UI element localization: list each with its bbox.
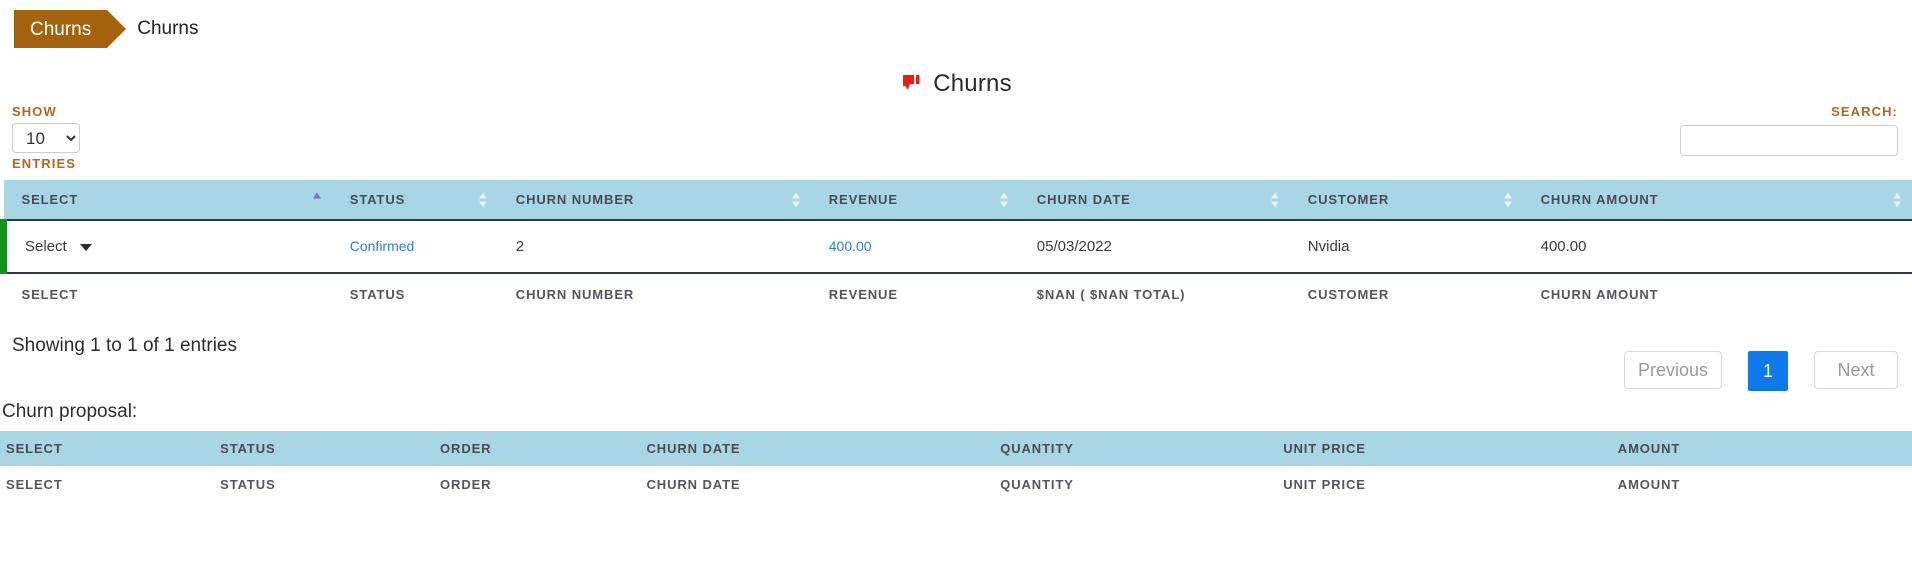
cell-customer: Nvidia bbox=[1307, 238, 1350, 255]
sort-toggle-icon[interactable] bbox=[1893, 191, 1902, 208]
proposal-column-churn-date[interactable]: CHURN DATE bbox=[640, 431, 995, 466]
search-input[interactable] bbox=[1680, 125, 1898, 156]
show-label: SHOW bbox=[12, 104, 57, 119]
table-header-row: SELECT STATUS CHURN NUMBER REVENUE CHURN… bbox=[3, 180, 1912, 220]
footer-churn-number: CHURN NUMBER bbox=[515, 287, 635, 302]
search-label: SEARCH: bbox=[1831, 104, 1898, 119]
column-header-churn-number[interactable]: CHURN NUMBER bbox=[497, 180, 811, 220]
entries-per-page-select[interactable]: 10 bbox=[12, 123, 80, 153]
sort-toggle-icon[interactable] bbox=[1270, 191, 1280, 208]
column-header-churn-date[interactable]: CHURN DATE bbox=[1018, 180, 1290, 220]
entries-info: Showing 1 to 1 of 1 entries bbox=[12, 335, 237, 356]
breadcrumb: Churns Churns bbox=[0, 0, 1912, 58]
column-header-select[interactable]: SELECT bbox=[3, 180, 332, 220]
column-header-revenue[interactable]: REVENUE bbox=[810, 180, 1019, 220]
revenue-link[interactable]: 400.00 bbox=[829, 238, 872, 254]
column-header-revenue-label: REVENUE bbox=[828, 192, 898, 207]
thumbs-down-icon bbox=[900, 72, 924, 96]
status-link[interactable]: Confirmed bbox=[350, 238, 415, 254]
cell-churn-date: 05/03/2022 bbox=[1036, 238, 1112, 255]
proposal-header-row: SELECT STATUS ORDER CHURN DATE QUANTITY … bbox=[0, 431, 1912, 466]
cell-churn-amount: 400.00 bbox=[1540, 238, 1587, 255]
column-header-churn-date-label: CHURN DATE bbox=[1036, 192, 1131, 207]
page-title: Churns bbox=[933, 70, 1012, 97]
proposal-footer-churn-date: CHURN DATE bbox=[640, 466, 995, 503]
column-header-churn-amount-label: CHURN AMOUNT bbox=[1540, 192, 1659, 207]
proposal-footer-order: ORDER bbox=[434, 466, 641, 503]
show-entries-block: SHOW 10 ENTRIES bbox=[12, 104, 80, 171]
footer-churn-amount: CHURN AMOUNT bbox=[1540, 287, 1659, 302]
proposal-column-status[interactable]: STATUS bbox=[214, 431, 435, 466]
proposal-column-quantity[interactable]: QUANTITY bbox=[994, 431, 1278, 466]
footer-status: STATUS bbox=[349, 287, 406, 302]
sort-ascending-icon[interactable] bbox=[312, 191, 322, 208]
proposal-footer-row: SELECT STATUS ORDER CHURN DATE QUANTITY … bbox=[0, 466, 1912, 503]
proposal-column-unit-price[interactable]: UNIT PRICE bbox=[1277, 431, 1612, 466]
pagination-previous-button[interactable]: Previous bbox=[1623, 351, 1722, 389]
breadcrumb-tab-churns[interactable]: Churns bbox=[14, 10, 127, 48]
churn-proposal-table: SELECT STATUS ORDER CHURN DATE QUANTITY … bbox=[0, 431, 1912, 503]
chevron-down-icon bbox=[79, 243, 92, 251]
proposal-footer-select: SELECT bbox=[0, 466, 215, 503]
footer-churn-date-total: $NAN ( $NAN TOTAL) bbox=[1036, 287, 1186, 302]
sort-toggle-icon[interactable] bbox=[999, 191, 1009, 208]
proposal-column-order[interactable]: ORDER bbox=[434, 431, 641, 466]
sort-toggle-icon[interactable] bbox=[1503, 191, 1513, 208]
row-select-dropdown[interactable]: Select bbox=[0, 220, 332, 273]
pagination-page-1[interactable]: 1 bbox=[1748, 351, 1788, 391]
churns-table: SELECT STATUS CHURN NUMBER REVENUE CHURN… bbox=[0, 180, 1912, 315]
sort-toggle-icon[interactable] bbox=[791, 191, 801, 208]
pagination-next-button[interactable]: Next bbox=[1814, 351, 1898, 389]
column-header-customer-label: CUSTOMER bbox=[1307, 192, 1390, 207]
pagination: Previous 1 Next bbox=[1623, 351, 1898, 391]
breadcrumb-current: Churns bbox=[137, 18, 199, 39]
column-header-churn-number-label: CHURN NUMBER bbox=[515, 192, 635, 207]
cell-status: Confirmed bbox=[332, 220, 498, 273]
breadcrumb-tab-label: Churns bbox=[30, 18, 92, 40]
proposal-footer-quantity: QUANTITY bbox=[994, 466, 1278, 503]
cell-revenue: 400.00 bbox=[811, 220, 1019, 273]
table-controls: SHOW 10 ENTRIES SEARCH: bbox=[0, 104, 1912, 180]
column-header-status[interactable]: STATUS bbox=[331, 180, 498, 220]
entries-label: ENTRIES bbox=[12, 156, 77, 171]
search-block: SEARCH: bbox=[1680, 104, 1898, 156]
table-row: Select Confirmed 2 400.00 05/03/2022 Nvi… bbox=[0, 220, 1912, 273]
column-header-churn-amount[interactable]: CHURN AMOUNT bbox=[1522, 180, 1912, 220]
footer-select: SELECT bbox=[21, 287, 79, 302]
proposal-footer-amount: AMOUNT bbox=[1611, 466, 1912, 503]
page-title-container: Churns bbox=[0, 64, 1912, 104]
proposal-column-amount[interactable]: AMOUNT bbox=[1611, 431, 1912, 466]
cell-churn-number: 2 bbox=[515, 238, 525, 255]
footer-customer: CUSTOMER bbox=[1307, 287, 1390, 302]
proposal-column-select[interactable]: SELECT bbox=[0, 431, 215, 466]
table-footer-row: SELECT STATUS CHURN NUMBER REVENUE $NAN … bbox=[4, 273, 1912, 315]
footer-revenue: REVENUE bbox=[828, 287, 898, 302]
churn-proposal-title: Churn proposal: bbox=[2, 401, 138, 422]
sort-toggle-icon[interactable] bbox=[478, 191, 488, 208]
proposal-footer-unit-price: UNIT PRICE bbox=[1277, 466, 1612, 503]
row-select-label: Select bbox=[25, 238, 67, 255]
column-header-status-label: STATUS bbox=[349, 192, 406, 207]
table-bottom-bar: Showing 1 to 1 of 1 entries Previous 1 N… bbox=[0, 325, 1912, 401]
proposal-footer-status: STATUS bbox=[214, 466, 435, 503]
column-header-select-label: SELECT bbox=[21, 192, 79, 207]
column-header-customer[interactable]: CUSTOMER bbox=[1289, 180, 1523, 220]
